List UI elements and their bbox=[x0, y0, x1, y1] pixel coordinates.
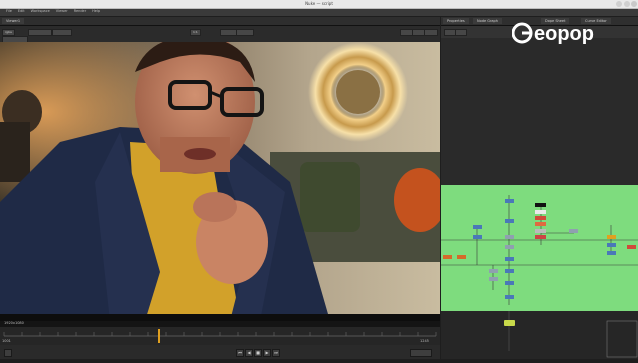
menu-item-viewer[interactable]: Viewer bbox=[56, 9, 68, 14]
last-frame-icon[interactable]: ⏭ bbox=[272, 349, 280, 357]
geopop-logo: eopop bbox=[511, 18, 632, 48]
menu-item-workspace[interactable]: Workspace bbox=[31, 9, 50, 14]
stop-icon[interactable]: ■ bbox=[254, 349, 262, 357]
timeline-end: 1245 bbox=[420, 339, 429, 343]
tab-viewer[interactable]: Viewer1 bbox=[2, 18, 25, 24]
tab-node-graph[interactable]: Node Graph bbox=[473, 18, 502, 24]
selected-node[interactable] bbox=[504, 320, 515, 326]
lower-panel bbox=[441, 311, 638, 359]
menu-item-edit[interactable]: Edit bbox=[18, 9, 25, 14]
fps-field[interactable] bbox=[4, 349, 12, 357]
close-button[interactable] bbox=[631, 1, 637, 7]
maximize-button[interactable] bbox=[624, 1, 630, 7]
layer-select[interactable] bbox=[28, 29, 52, 36]
first-frame-icon[interactable]: ⏮ bbox=[236, 349, 244, 357]
minimap[interactable] bbox=[606, 320, 638, 358]
viewer-image bbox=[0, 42, 440, 321]
expand-icon[interactable] bbox=[424, 29, 438, 36]
graph-nodes bbox=[443, 199, 636, 299]
node-graph-canvas bbox=[441, 195, 638, 305]
play-icon[interactable]: ▶ bbox=[263, 349, 271, 357]
gamma-field[interactable] bbox=[236, 29, 254, 36]
menu-item-render[interactable]: Render bbox=[74, 9, 86, 14]
minimize-button[interactable] bbox=[616, 1, 622, 7]
lower-panel-graph bbox=[504, 311, 638, 358]
timeline[interactable]: 1001 1245 bbox=[0, 327, 440, 345]
range-select[interactable] bbox=[410, 349, 432, 357]
playback-bar: ⏮ ◀ ■ ▶ ⏭ bbox=[0, 345, 440, 359]
viewer-controls: rgba 1:1 bbox=[0, 26, 440, 43]
timeline-ruler bbox=[3, 329, 437, 343]
menu-bar: File Edit Workspace Viewer Render Help bbox=[0, 9, 638, 16]
channels-select[interactable]: rgba bbox=[2, 29, 15, 36]
viewer-tab-bar: Viewer1 bbox=[0, 17, 440, 26]
playhead[interactable] bbox=[158, 329, 160, 343]
max-panels-field[interactable] bbox=[455, 29, 467, 36]
zoom-select[interactable]: 1:1 bbox=[190, 29, 201, 36]
menu-item-file[interactable]: File bbox=[6, 9, 12, 14]
rewind-icon[interactable]: ◀ bbox=[245, 349, 253, 357]
tab-properties[interactable]: Properties bbox=[443, 18, 469, 24]
svg-text:eopop: eopop bbox=[534, 23, 594, 45]
window-title: Nuke — script bbox=[305, 1, 333, 6]
display-select[interactable] bbox=[52, 29, 72, 36]
logo-mark: eopop bbox=[511, 22, 594, 45]
menu-item-help[interactable]: Help bbox=[92, 9, 100, 14]
frame-info: 1920x1080 bbox=[4, 321, 24, 325]
window-titlebar: Nuke — script bbox=[0, 0, 638, 9]
viewer-canvas[interactable] bbox=[0, 42, 440, 321]
node-graph[interactable] bbox=[441, 185, 638, 311]
timeline-start: 1001 bbox=[2, 339, 11, 343]
